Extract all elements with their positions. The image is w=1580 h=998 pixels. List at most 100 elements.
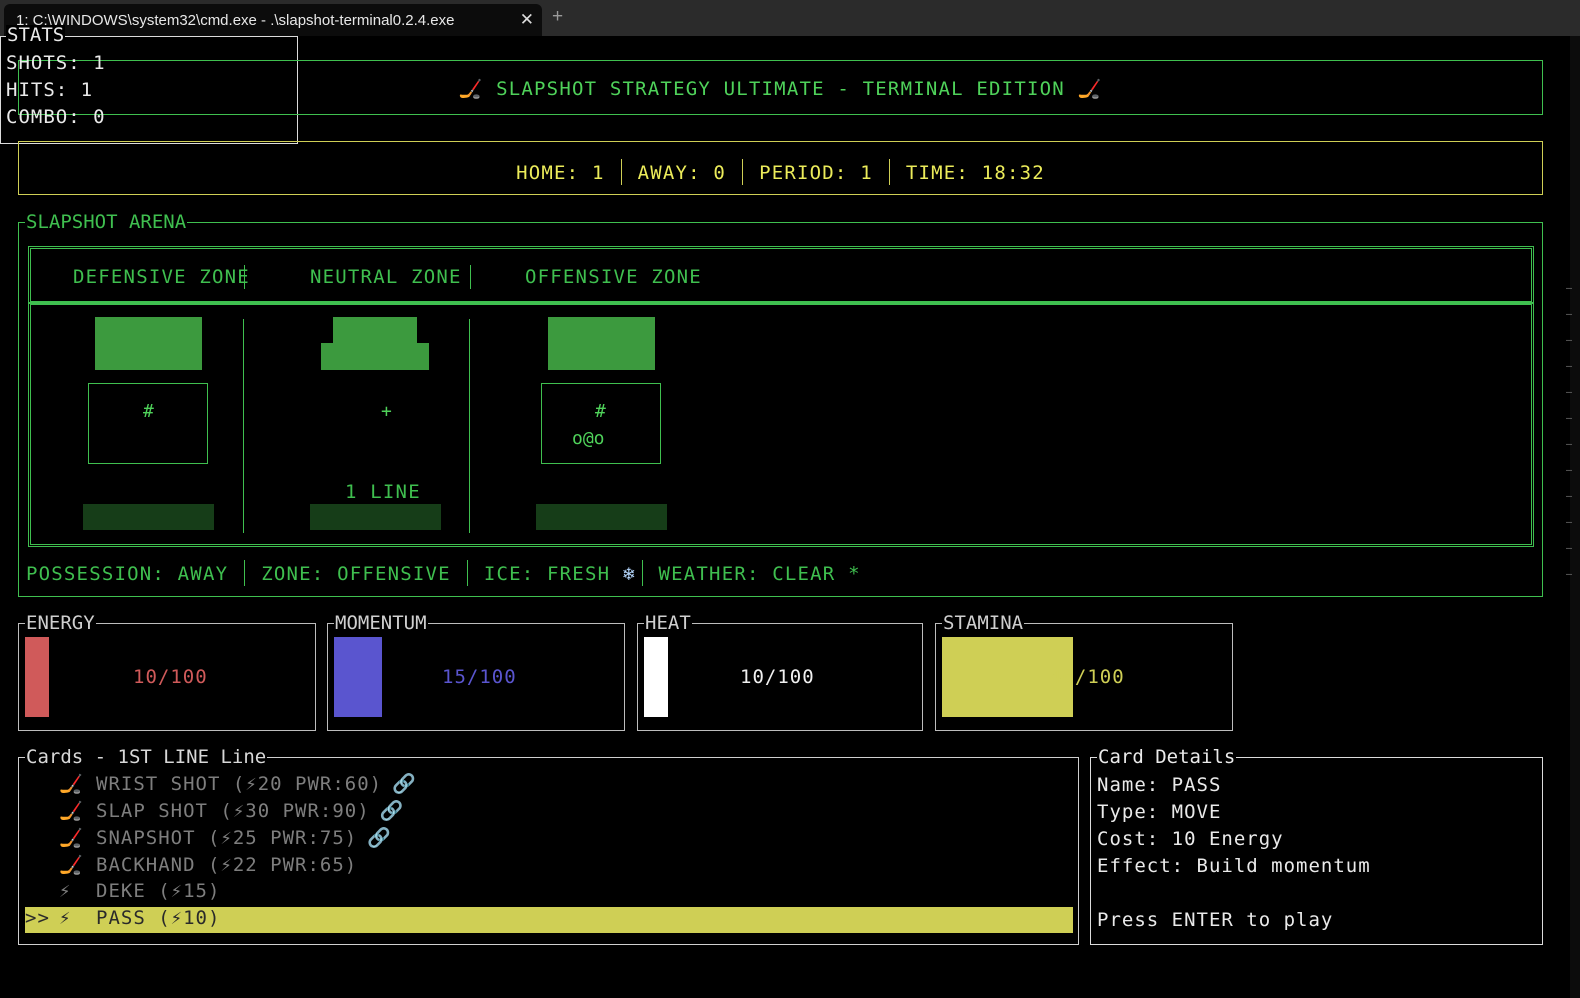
card-label: PASS (⚡10) xyxy=(96,907,221,929)
card-details-panel: Card Details Name: PASS Type: MOVE Cost:… xyxy=(1090,747,1543,945)
ice-status: ICE: FRESH xyxy=(483,563,611,585)
card-type: Type: MOVE xyxy=(1097,801,1222,823)
momentum-label: MOMENTUM xyxy=(334,612,428,634)
divider xyxy=(620,159,622,185)
card-item[interactable]: 🏒 BACKHAND (⚡22 PWR:65) xyxy=(25,853,1073,879)
card-label: DEKE (⚡15) xyxy=(96,880,221,902)
scoreboard-panel: HOME: 1 AWAY: 0 PERIOD: 1 TIME: 18:32 xyxy=(18,141,1543,195)
neutral-marker: + xyxy=(381,401,392,422)
zones-header: DEFENSIVE ZONE NEUTRAL ZONE OFFENSIVE ZO… xyxy=(28,246,1534,304)
zone-label-neutral: NEUTRAL ZONE xyxy=(310,266,462,288)
card-type-icon: ⚡ xyxy=(59,907,72,929)
snowflake-icon: ❄ xyxy=(622,563,636,585)
divider xyxy=(469,319,470,533)
game-clock: TIME: 18:32 xyxy=(905,162,1045,184)
divider xyxy=(742,159,744,185)
tab-title: 1: C:\WINDOWS\system32\cmd.exe - .\slaps… xyxy=(16,12,455,29)
weather-status: WEATHER: CLEAR * xyxy=(658,563,861,585)
momentum-meter: MOMENTUM 15/100 xyxy=(327,613,625,731)
play-hint: Press ENTER to play xyxy=(1097,909,1334,931)
away-score: AWAY: 0 xyxy=(637,162,727,184)
energy-value: 10/100 xyxy=(133,666,208,688)
card-type-icon: ⚡ xyxy=(59,880,72,902)
cards-panel: Cards - 1ST LINE Line 🏒 WRIST SHOT (⚡20 P… xyxy=(18,747,1079,945)
card-item[interactable]: 🏒 SNAPSHOT (⚡25 PWR:75) 🔗 xyxy=(25,826,1073,852)
arena-status: POSSESSION: AWAY ZONE: OFFENSIVE ICE: FRES… xyxy=(26,560,861,586)
rink: # + 1 LINE # o@o xyxy=(28,302,1534,547)
link-icon: 🔗 xyxy=(379,800,405,822)
defensive-marker: # xyxy=(143,401,154,422)
line-label: 1 LINE xyxy=(345,481,421,503)
card-item[interactable]: 🏒 WRIST SHOT (⚡20 PWR:60) 🔗 xyxy=(25,772,1073,798)
heat-meter: HEAT 10/100 xyxy=(637,613,923,731)
possession-status: POSSESSION: AWAY xyxy=(26,563,229,585)
window-tab-bar: 1: C:\WINDOWS\system32\cmd.exe - .\slaps… xyxy=(0,0,1580,36)
defensive-net xyxy=(88,383,208,464)
card-type-icon: 🏒 xyxy=(59,854,84,876)
title-panel: 🏒 SLAPSHOT STRATEGY ULTIMATE - TERMINAL … xyxy=(18,60,1543,115)
card-item[interactable]: 🏒 SLAP SHOT (⚡30 PWR:90) 🔗 xyxy=(25,799,1073,825)
terminal-tab[interactable]: 1: C:\WINDOWS\system32\cmd.exe - .\slaps… xyxy=(4,4,542,36)
energy-label: ENERGY xyxy=(25,612,96,634)
neutral-zone-block-bottom xyxy=(321,343,429,370)
zone-label-offensive: OFFENSIVE ZONE xyxy=(525,266,702,288)
divider xyxy=(466,560,468,586)
divider xyxy=(244,560,246,586)
card-item[interactable]: ⚡ DEKE (⚡15) xyxy=(25,880,1073,906)
arena-title: SLAPSHOT ARENA xyxy=(25,211,188,233)
card-type-icon: 🏒 xyxy=(59,800,84,822)
neutral-zone-bar xyxy=(310,504,441,530)
divider xyxy=(244,265,245,289)
zone-status: ZONE: OFFENSIVE xyxy=(261,563,451,585)
divider xyxy=(888,159,890,185)
new-tab-icon[interactable]: + xyxy=(552,6,563,28)
card-type-icon: 🏒 xyxy=(59,827,84,849)
zone-label-defensive: DEFENSIVE ZONE xyxy=(73,266,250,288)
combo-stat: COMBO: 0 xyxy=(6,106,106,128)
energy-meter: ENERGY 10/100 xyxy=(18,613,316,731)
divider xyxy=(470,265,471,289)
stamina-value: 46/100 xyxy=(1050,666,1125,688)
card-item[interactable]: >> ⚡ PASS (⚡10) xyxy=(25,907,1073,933)
divider xyxy=(641,560,643,586)
stamina-label: STAMINA xyxy=(942,612,1025,634)
hits-stat: HITS: 1 xyxy=(6,79,94,101)
selection-cursor: >> xyxy=(25,907,50,929)
offensive-marker: # xyxy=(595,401,606,422)
energy-fill xyxy=(25,637,49,717)
momentum-fill xyxy=(334,637,382,717)
close-icon[interactable]: ✕ xyxy=(520,10,534,30)
card-label: BACKHAND (⚡22 PWR:65) xyxy=(96,854,358,876)
heat-value: 10/100 xyxy=(740,666,815,688)
momentum-value: 15/100 xyxy=(442,666,517,688)
card-label: SNAPSHOT (⚡25 PWR:75) xyxy=(96,827,358,849)
terminal-viewport: 🏒 SLAPSHOT STRATEGY ULTIMATE - TERMINAL … xyxy=(0,25,1572,998)
player-puck: o@o xyxy=(572,428,605,449)
arena-panel: SLAPSHOT ARENA DEFENSIVE ZONE NEUTRAL ZO… xyxy=(18,212,1543,597)
card-label: WRIST SHOT (⚡20 PWR:60) xyxy=(96,773,383,795)
divider xyxy=(243,319,244,533)
offensive-zone-bar xyxy=(536,504,667,530)
heat-label: HEAT xyxy=(644,612,692,634)
cards-title: Cards - 1ST LINE Line xyxy=(25,746,268,768)
link-icon: 🔗 xyxy=(367,827,392,849)
stats-title: STATS xyxy=(6,24,66,46)
card-cost: Cost: 10 Energy xyxy=(1097,828,1284,850)
card-type-icon: 🏒 xyxy=(59,773,84,795)
card-effect: Effect: Build momentum xyxy=(1097,855,1371,877)
shots-stat: SHOTS: 1 xyxy=(6,52,106,74)
card-label: SLAP SHOT (⚡30 PWR:90) xyxy=(96,800,370,822)
heat-fill xyxy=(644,637,668,717)
scoreboard: HOME: 1 AWAY: 0 PERIOD: 1 TIME: 18:32 xyxy=(19,159,1542,185)
neutral-zone-block-top xyxy=(333,317,417,345)
game-title: 🏒 SLAPSHOT STRATEGY ULTIMATE - TERMINAL … xyxy=(458,78,1103,100)
card-name: Name: PASS xyxy=(1097,774,1222,796)
defensive-zone-bar xyxy=(83,504,214,530)
period: PERIOD: 1 xyxy=(759,162,873,184)
defensive-zone-block xyxy=(95,317,202,370)
home-score: HOME: 1 xyxy=(516,162,605,184)
card-details-title: Card Details xyxy=(1097,746,1237,768)
scrollbar[interactable]: – – – – – – – – – – – – xyxy=(1566,276,1572,588)
link-icon: 🔗 xyxy=(392,773,417,795)
offensive-zone-block xyxy=(548,317,655,370)
